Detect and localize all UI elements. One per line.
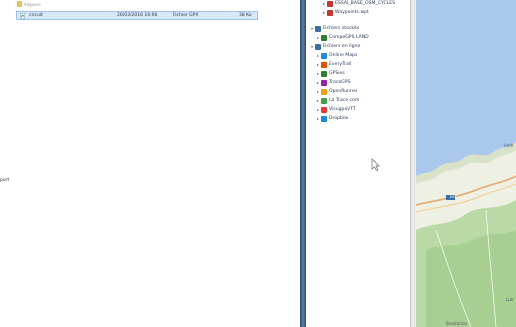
expand-toggle-icon[interactable]: ▸: [316, 53, 320, 58]
map-label: Lutr: [506, 297, 514, 302]
compegps-icon: [321, 34, 327, 41]
expand-toggle-icon[interactable]: ▸: [316, 80, 320, 85]
tree-item[interactable]: ▾ Fichiers stockés: [310, 25, 359, 32]
truncated-label: port: [0, 178, 10, 183]
cloud-folder-icon: [315, 43, 321, 50]
expand-toggle-icon[interactable]: ▸: [316, 89, 320, 94]
file-row[interactable]: Aligusse: [14, 0, 260, 8]
tree-item-label: Waypoints.wpt: [335, 10, 369, 15]
tracegps-icon: [321, 79, 327, 86]
expand-toggle-icon[interactable]: ▸: [316, 98, 320, 103]
openrunner-icon: [321, 88, 327, 95]
road-number: E62: [450, 195, 457, 199]
expand-toggle-icon[interactable]: ▸: [316, 107, 320, 112]
map-view[interactable]: E62 Anth Lutr Brentonne: [416, 0, 516, 327]
collapse-toggle-icon[interactable]: ▾: [310, 44, 314, 49]
tree-item[interactable]: ▸ Waypoints.wpt: [322, 9, 369, 16]
waypoint-icon: [327, 9, 333, 16]
tree-item-label: OpenRunner: [329, 89, 358, 94]
expand-toggle-icon[interactable]: ▸: [316, 35, 320, 40]
tree-item-label: Fichiers en ligne: [323, 44, 361, 49]
tree-item-label: EveryTrail: [329, 62, 352, 67]
file-name: Aligusse: [24, 1, 41, 7]
dropbox-icon: [321, 115, 327, 122]
online-maps-icon: [321, 52, 327, 59]
tree-item-label: VisugpxVTT: [329, 107, 356, 112]
expand-toggle-icon[interactable]: ▸: [316, 116, 320, 121]
map-label: Brentonne: [446, 321, 467, 326]
tree-item-label: ESSAI_BASE_OSM_CYCLES: [335, 1, 396, 6]
latrace-icon: [321, 97, 327, 104]
gpsies-icon: [321, 70, 327, 77]
file-date: 26/03/2016 16:06: [117, 13, 158, 18]
expand-toggle-icon[interactable]: ▸: [316, 71, 320, 76]
gpx-file-icon: [20, 13, 25, 19]
tree-item[interactable]: ▸ CompeGPS LAND: [316, 34, 369, 41]
file-size: 38 Ko: [239, 13, 252, 18]
tree-item[interactable]: ▸ EveryTrail: [316, 61, 351, 68]
tree-item-label: Dropbox: [329, 116, 349, 121]
tree-pane: ▸ ESSAI_BASE_OSM_CYCLES ▸ Waypoints.wpt ▾ Fic…: [306, 0, 410, 327]
tree-item-label: TraceGPS: [329, 80, 351, 85]
map-canvas: [416, 0, 516, 327]
tree-item[interactable]: ▸ ESSAI_BASE_OSM_CYCLES: [322, 0, 395, 7]
everytrail-icon: [321, 61, 327, 68]
tree-item[interactable]: ▸ TraceGPS: [316, 79, 350, 86]
tree-item-label: CompeGPS LAND: [329, 35, 369, 40]
tree-item[interactable]: ▸ La Trace.com: [316, 97, 359, 104]
expand-toggle-icon[interactable]: ▸: [322, 1, 326, 6]
tree-item-label: Fichiers stockés: [323, 26, 360, 31]
visugpx-icon: [321, 106, 327, 113]
tree-item[interactable]: ▸ Online Maps: [316, 52, 357, 59]
map-label: Anth: [504, 143, 514, 148]
tree-item-label: Online Maps: [329, 53, 358, 58]
file-name: circuit: [29, 13, 43, 18]
file-row-selected[interactable]: circuit 26/03/2016 16:06 Fichier GPX 38 …: [16, 11, 258, 20]
expand-toggle-icon[interactable]: ▸: [322, 10, 326, 15]
collapse-toggle-icon[interactable]: ▾: [310, 26, 314, 31]
file-list-pane: Aligusse circuit 26/03/2016 16:06 Fichie…: [0, 0, 300, 327]
file-icon: [17, 1, 22, 7]
file-type: Fichier GPX: [173, 13, 199, 18]
track-icon: [327, 0, 333, 7]
tree-item-label: GPSies: [329, 71, 345, 76]
mouse-cursor-icon: [371, 158, 380, 171]
tree-item[interactable]: ▸ OpenRunner: [316, 88, 358, 95]
tree-item[interactable]: ▸ Dropbox: [316, 115, 348, 122]
tree-item[interactable]: ▸ VisugpxVTT: [316, 106, 356, 113]
folder-store-icon: [315, 25, 321, 32]
tree-item[interactable]: ▸ GPSies: [316, 70, 345, 77]
tree-item-label: La Trace.com: [329, 98, 360, 103]
tree-item[interactable]: ▾ Fichiers en ligne: [310, 43, 360, 50]
expand-toggle-icon[interactable]: ▸: [316, 62, 320, 67]
